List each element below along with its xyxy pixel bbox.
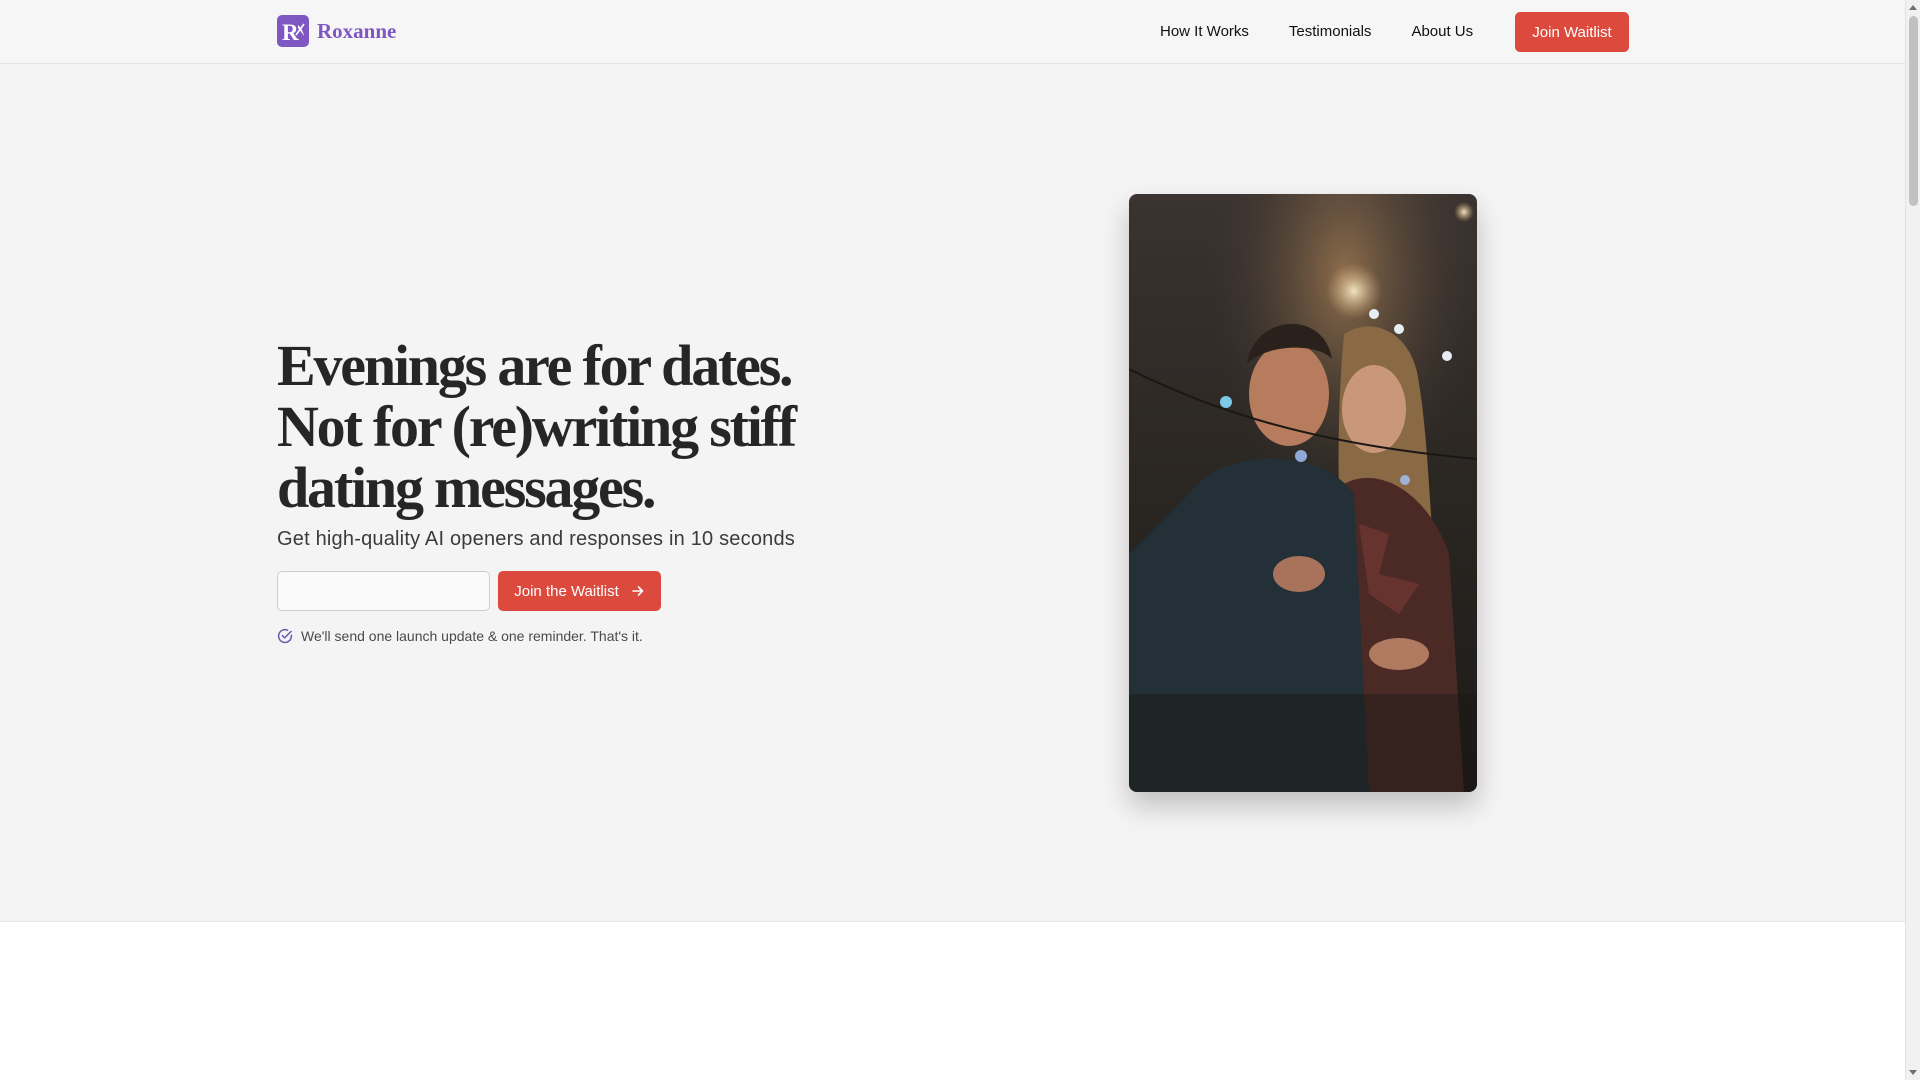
email-input[interactable]: [277, 571, 490, 611]
hero-subheading: Get high-quality AI openers and response…: [277, 528, 795, 550]
page-scrollbar[interactable]: [1905, 0, 1920, 1080]
brand-name: Roxanne: [317, 18, 397, 43]
logo-mark-icon: R: [277, 15, 309, 47]
nav-about-us[interactable]: About Us: [1411, 12, 1473, 52]
scroll-up-icon[interactable]: [1909, 5, 1917, 10]
nav-testimonials[interactable]: Testimonials: [1289, 12, 1372, 52]
next-section: [0, 921, 1905, 1080]
check-circle-icon: [277, 628, 293, 644]
site-header: R Roxanne How It Works Testimonials Abou…: [0, 0, 1905, 64]
headline-line-1: Evenings are for dates.: [277, 333, 794, 398]
join-the-waitlist-button[interactable]: Join the Waitlist: [498, 571, 661, 611]
headline-line-2: Not for (re)writing stiff: [277, 394, 797, 459]
privacy-note-text: We'll send one launch update & one remin…: [301, 628, 643, 644]
nav-how-it-works[interactable]: How It Works: [1160, 12, 1249, 52]
scroll-thumb[interactable]: [1909, 16, 1918, 206]
join-the-waitlist-label: Join the Waitlist: [514, 582, 619, 600]
header-join-waitlist-button[interactable]: Join Waitlist: [1515, 12, 1629, 52]
svg-text:R: R: [282, 20, 299, 45]
hero-couple-photo: [1129, 194, 1477, 792]
headline-line-3: dating messages.: [277, 455, 656, 520]
brand-logo[interactable]: R Roxanne: [277, 15, 396, 47]
scroll-down-icon[interactable]: [1909, 1070, 1917, 1075]
arrow-right-icon: [631, 586, 644, 596]
privacy-note: We'll send one launch update & one remin…: [277, 628, 643, 644]
hero-headline: Evenings are for dates. Not for (re)writ…: [277, 335, 877, 518]
main-nav: How It Works Testimonials About Us: [1140, 12, 1513, 52]
